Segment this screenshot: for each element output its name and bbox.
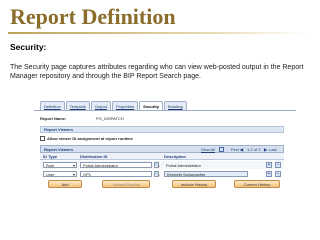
col-id-type: ID Type <box>43 154 58 159</box>
description-value: Portal Administrator <box>166 162 201 168</box>
distribution-id-field[interactable]: OP1 <box>80 171 152 177</box>
action-buttons: Add Update/Display Include History Corre… <box>40 180 290 189</box>
app-screenshot: Definition Template Output Properties Se… <box>32 99 296 237</box>
title-divider <box>8 32 308 34</box>
previous-arrow-icon[interactable]: ◀ <box>240 147 243 152</box>
allow-viewer-id-checkbox[interactable] <box>40 136 45 141</box>
lookup-icon[interactable]: 🔍 <box>154 162 160 168</box>
next-arrow-icon[interactable]: ▶ <box>264 147 267 152</box>
report-name-value: PO_DISPATCH <box>96 116 124 121</box>
tab-template[interactable]: Template <box>65 101 90 110</box>
include-history-button[interactable]: Include History <box>172 180 216 188</box>
pager-text: 1-2 of 2 <box>247 147 261 152</box>
id-type-select[interactable]: User ▾ <box>43 171 77 177</box>
last-link[interactable]: Last <box>269 147 277 152</box>
update-display-button[interactable]: Update/Display <box>102 180 150 188</box>
distribution-id-field[interactable]: Portal Administrator <box>80 162 152 168</box>
tab-security[interactable]: Security <box>139 101 163 110</box>
chevron-down-icon: ▾ <box>72 162 75 168</box>
panel-title: Report Viewers <box>44 127 74 132</box>
col-description: Description <box>164 154 187 159</box>
checkbox-label: Allow viewer ID assignment at report run… <box>47 136 133 141</box>
view-all-link[interactable]: View All <box>201 147 215 152</box>
col-distribution-id: Distribution ID <box>80 154 108 159</box>
report-name-label: Report Name: <box>40 116 67 121</box>
tab-divider <box>34 110 296 111</box>
chevron-down-icon: ▾ <box>72 171 75 177</box>
grid-title: Report Viewers <box>44 147 74 152</box>
add-row-button[interactable]: + <box>266 171 272 177</box>
table-row: Role ▾ Portal Administrator 🔍 Portal Adm… <box>40 161 284 169</box>
tab-properties[interactable]: Properties <box>111 101 139 110</box>
tab-definition[interactable]: Definition <box>40 101 65 110</box>
tab-output[interactable]: Output <box>90 101 111 110</box>
slide-title: Report Definition <box>10 4 176 29</box>
section-heading: Security: <box>10 42 47 52</box>
add-button[interactable]: Add <box>48 180 82 188</box>
add-row-button[interactable]: + <box>266 162 272 168</box>
description-value: Kenneth Schumacher <box>164 171 248 177</box>
tab-bursting[interactable]: Bursting <box>163 101 187 110</box>
grid-icon[interactable] <box>219 147 224 152</box>
page-tabs: Definition Template Output Properties Se… <box>40 101 188 110</box>
delete-row-button[interactable]: − <box>275 171 281 177</box>
first-link[interactable]: First <box>231 147 239 152</box>
delete-row-button[interactable]: − <box>275 162 281 168</box>
lookup-icon[interactable]: 🔍 <box>154 171 160 177</box>
viewer-id-option: Allow viewer ID assignment at report run… <box>40 136 133 141</box>
description-text: The Security page captures attributes re… <box>10 64 304 80</box>
grid-toolbar: Report Viewers View All First ◀ 1-2 of 2… <box>40 145 284 153</box>
id-type-select[interactable]: Role ▾ <box>43 162 77 168</box>
report-viewers-panel-header: Report Viewers <box>40 126 284 133</box>
table-row: User ▾ OP1 🔍 Kenneth Schumacher + − <box>40 170 284 178</box>
grid-column-header: ID Type Distribution ID Description <box>40 153 284 160</box>
correct-history-button[interactable]: Correct History <box>234 180 280 188</box>
